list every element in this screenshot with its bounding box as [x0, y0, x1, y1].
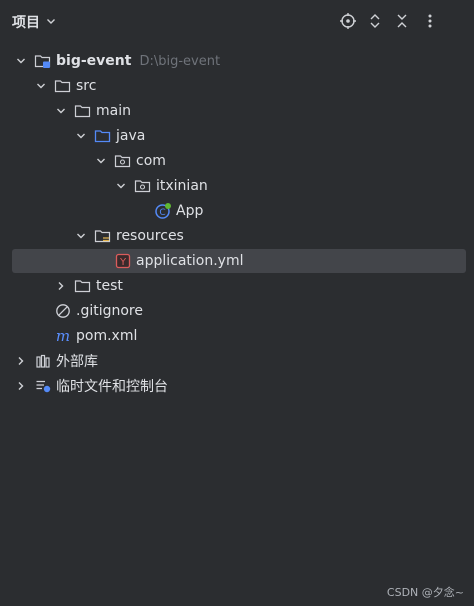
collapse-icon[interactable] — [392, 11, 412, 31]
chevron-down-icon[interactable] — [74, 229, 88, 243]
watermark: CSDN @夕念~ — [386, 586, 464, 599]
yaml-file-icon: Y — [114, 253, 132, 269]
tree-item-gitignore[interactable]: .gitignore — [12, 299, 466, 323]
chevron-right-icon[interactable] — [14, 354, 28, 368]
project-panel-header: 项目 — [0, 0, 474, 44]
tree-item-app[interactable]: C App — [12, 199, 466, 223]
chevron-down-icon[interactable] — [34, 79, 48, 93]
package-icon — [114, 153, 132, 169]
chevron-down-icon — [46, 16, 56, 29]
tree-item-main[interactable]: main — [12, 99, 466, 123]
resources-folder-icon — [94, 228, 112, 244]
tree-item-label: .gitignore — [76, 303, 143, 319]
spring-boot-class-icon: C — [154, 203, 172, 219]
project-root-label: big-event — [56, 53, 132, 69]
chevron-right-icon[interactable] — [54, 279, 68, 293]
project-view-selector[interactable]: 项目 — [12, 12, 56, 32]
project-root-path: D:\big-event — [139, 53, 221, 69]
tree-item-big-event[interactable]: big-event D:\big-event — [12, 49, 466, 73]
tree-item-itxinian[interactable]: itxinian — [12, 174, 466, 198]
tree-item-src[interactable]: src — [12, 74, 466, 98]
tree-item-test[interactable]: test — [12, 274, 466, 298]
chevron-down-icon[interactable] — [14, 54, 28, 68]
chevron-down-icon[interactable] — [94, 154, 108, 168]
folder-icon — [74, 278, 92, 294]
module-folder-icon — [34, 53, 52, 69]
folder-icon — [74, 103, 92, 119]
tree-item-label: application.yml — [136, 253, 244, 269]
tree-item-label: resources — [116, 228, 184, 244]
tree-item-label: pom.xml — [76, 328, 138, 344]
chevron-down-icon[interactable] — [54, 104, 68, 118]
ignore-file-icon — [54, 303, 72, 319]
source-folder-icon — [94, 128, 112, 144]
tree-item-label: App — [176, 203, 204, 219]
tree-item-label: main — [96, 103, 131, 119]
expand-icon[interactable] — [365, 11, 385, 31]
tree-item-label: java — [116, 128, 146, 144]
tree-item-label: com — [136, 153, 166, 169]
tree-item-pom-xml[interactable]: m pom.xml — [12, 324, 466, 348]
tree-item-label: test — [96, 278, 123, 294]
tree-item-com[interactable]: com — [12, 149, 466, 173]
tree-item-label: src — [76, 78, 97, 94]
chevron-down-icon[interactable] — [74, 129, 88, 143]
package-icon — [134, 178, 152, 194]
panel-title: 项目 — [12, 15, 40, 31]
tree-item-application-yml[interactable]: Y application.yml — [12, 249, 466, 273]
maven-icon: m — [54, 328, 72, 344]
tree-item-scratches-and-consoles[interactable]: 临时文件和控制台 — [12, 374, 466, 398]
tree-item-java[interactable]: java — [12, 124, 466, 148]
svg-text:m: m — [56, 328, 70, 344]
tree-item-label: 临时文件和控制台 — [56, 379, 168, 395]
svg-text:C: C — [159, 208, 165, 218]
chevron-down-icon[interactable] — [114, 179, 128, 193]
target-icon[interactable] — [338, 11, 358, 31]
scratches-icon — [34, 378, 52, 394]
tree-item-label: itxinian — [156, 178, 208, 194]
tree-item-label: 外部库 — [56, 354, 98, 370]
svg-text:Y: Y — [119, 257, 127, 268]
more-vertical-icon[interactable] — [420, 11, 440, 31]
tree-item-external-libraries[interactable]: 外部库 — [12, 349, 466, 373]
folder-icon — [54, 78, 72, 94]
tree-item-resources[interactable]: resources — [12, 224, 466, 248]
chevron-right-icon[interactable] — [14, 379, 28, 393]
library-icon — [34, 353, 52, 369]
